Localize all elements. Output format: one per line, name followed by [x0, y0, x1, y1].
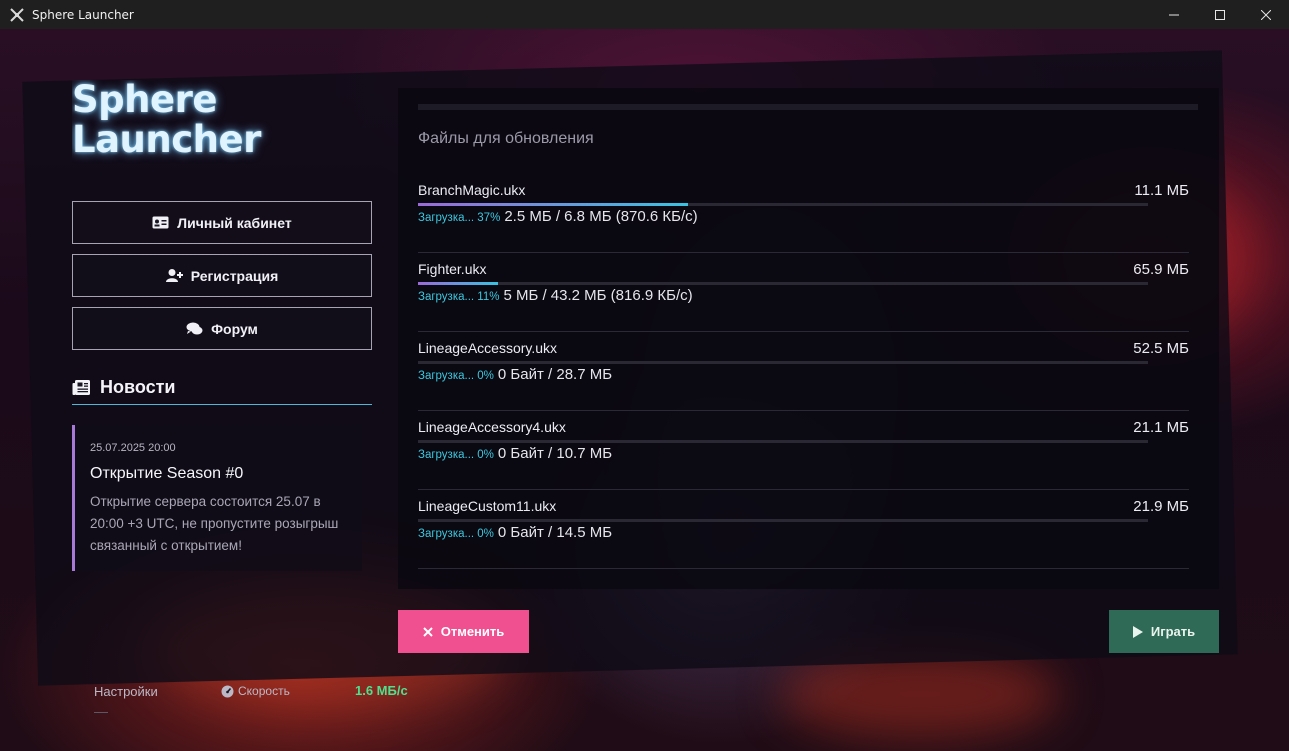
- news-card[interactable]: 25.07.2025 20:00 Открытие Season #0 Откр…: [72, 425, 362, 571]
- file-progress-track: [418, 440, 1148, 443]
- file-progress-track: [418, 282, 1148, 285]
- app-logo: Sphere Launcher: [72, 80, 372, 166]
- window-titlebar: Sphere Launcher: [0, 0, 1289, 29]
- update-files-panel: Файлы для обновления BranchMagic.ukx 11.…: [398, 88, 1219, 589]
- play-button[interactable]: Играть: [1109, 610, 1219, 653]
- file-name: BranchMagic.ukx: [418, 182, 526, 198]
- news-header: Новости: [72, 371, 372, 405]
- news-date: 25.07.2025 20:00: [90, 442, 176, 454]
- file-size: 21.9 МБ: [1133, 498, 1189, 515]
- minimize-icon: [1169, 14, 1179, 15]
- file-status-detail: 0 Байт / 28.7 МБ: [497, 366, 613, 383]
- speed-label: Скорость: [238, 684, 290, 698]
- files-heading: Файлы для обновления: [418, 130, 594, 147]
- news-body: Открытие сервера состоится 25.07 в 20:00…: [90, 494, 339, 553]
- account-button[interactable]: Личный кабинет: [72, 201, 372, 244]
- footer-divider: [94, 712, 108, 713]
- file-name: LineageAccessory.ukx: [418, 340, 558, 356]
- files-panel-scrollbar[interactable]: [418, 104, 1198, 110]
- window-title: Sphere Launcher: [32, 7, 134, 22]
- file-name: LineageAccessory4.ukx: [418, 419, 566, 435]
- file-row: LineageAccessory4.ukx 21.1 МБ Загрузка..…: [418, 411, 1189, 490]
- comments-icon: [186, 322, 203, 335]
- file-progress-fill: [418, 282, 499, 285]
- speedometer-icon: [221, 685, 234, 697]
- window-controls: [1151, 0, 1289, 29]
- file-status: Загрузка... 11% 5 МБ / 43.2 МБ (816.9 КБ…: [418, 287, 693, 304]
- file-status-label: Загрузка... 0%: [418, 370, 494, 382]
- file-size: 65.9 МБ: [1133, 261, 1189, 278]
- speed-indicator: Скорость: [221, 684, 290, 698]
- account-button-label: Личный кабинет: [177, 214, 292, 231]
- cancel-button-label: Отменить: [440, 624, 505, 639]
- maximize-icon: [1215, 9, 1225, 20]
- file-status: Загрузка... 0% 0 Байт / 14.5 МБ: [418, 524, 612, 541]
- file-status-detail: 0 Байт / 14.5 МБ: [497, 524, 613, 541]
- crossed-swords-icon: [9, 7, 25, 23]
- file-size: 21.1 МБ: [1133, 419, 1189, 436]
- play-button-label: Играть: [1150, 624, 1196, 639]
- register-button-label: Регистрация: [190, 267, 279, 284]
- file-name: Fighter.ukx: [418, 261, 487, 277]
- file-name: LineageCustom11.ukx: [418, 498, 557, 514]
- settings-link[interactable]: Настройки: [94, 684, 158, 699]
- maximize-button[interactable]: [1197, 0, 1243, 29]
- user-plus-icon: [165, 269, 183, 282]
- speed-value: 1.6 МБ/с: [355, 683, 408, 698]
- file-status-detail: 0 Байт / 10.7 МБ: [497, 445, 613, 462]
- footer-bar: Настройки Скорость 1.6 МБ/с: [0, 670, 1289, 751]
- logo-line-2: Launcher: [72, 118, 261, 161]
- newspaper-icon: [72, 380, 90, 395]
- register-button[interactable]: Регистрация: [72, 254, 372, 297]
- file-status: Загрузка... 0% 0 Байт / 10.7 МБ: [418, 445, 612, 462]
- file-status-detail: 5 МБ / 43.2 МБ (816.9 КБ/с): [503, 287, 693, 304]
- logo-line-1: Sphere: [72, 80, 217, 121]
- play-icon: [1132, 625, 1143, 638]
- close-button[interactable]: [1243, 0, 1289, 29]
- file-status-label: Загрузка... 11%: [418, 291, 500, 303]
- cancel-button[interactable]: Отменить: [398, 610, 529, 653]
- close-icon: [423, 626, 433, 637]
- file-row: Fighter.ukx 65.9 МБ Загрузка... 11% 5 МБ…: [418, 253, 1189, 332]
- id-card-icon: [152, 216, 169, 229]
- forum-button[interactable]: Форум: [72, 307, 372, 350]
- file-status-label: Загрузка... 37%: [418, 212, 501, 224]
- file-status: Загрузка... 37% 2.5 МБ / 6.8 МБ (870.6 К…: [418, 208, 698, 225]
- file-progress-track: [418, 203, 1148, 206]
- file-status-label: Загрузка... 0%: [418, 449, 494, 461]
- news-title: Новости: [100, 377, 176, 397]
- file-progress-track: [418, 519, 1148, 522]
- minimize-button[interactable]: [1151, 0, 1197, 29]
- file-row: BranchMagic.ukx 11.1 МБ Загрузка... 37% …: [418, 174, 1189, 253]
- file-row: LineageAccessory.ukx 52.5 МБ Загрузка...…: [418, 332, 1189, 411]
- file-progress-fill: [418, 203, 689, 206]
- news-headline: Открытие Season #0: [90, 465, 244, 482]
- close-icon: [1261, 9, 1271, 20]
- file-status-detail: 2.5 МБ / 6.8 МБ (870.6 КБ/с): [504, 208, 698, 225]
- file-status-label: Загрузка... 0%: [418, 528, 494, 540]
- file-status: Загрузка... 0% 0 Байт / 28.7 МБ: [418, 366, 612, 383]
- file-size: 52.5 МБ: [1133, 340, 1189, 357]
- file-size: 11.1 МБ: [1134, 182, 1189, 199]
- file-progress-track: [418, 361, 1148, 364]
- forum-button-label: Форум: [211, 320, 258, 337]
- file-row: LineageCustom11.ukx 21.9 МБ Загрузка... …: [418, 490, 1189, 569]
